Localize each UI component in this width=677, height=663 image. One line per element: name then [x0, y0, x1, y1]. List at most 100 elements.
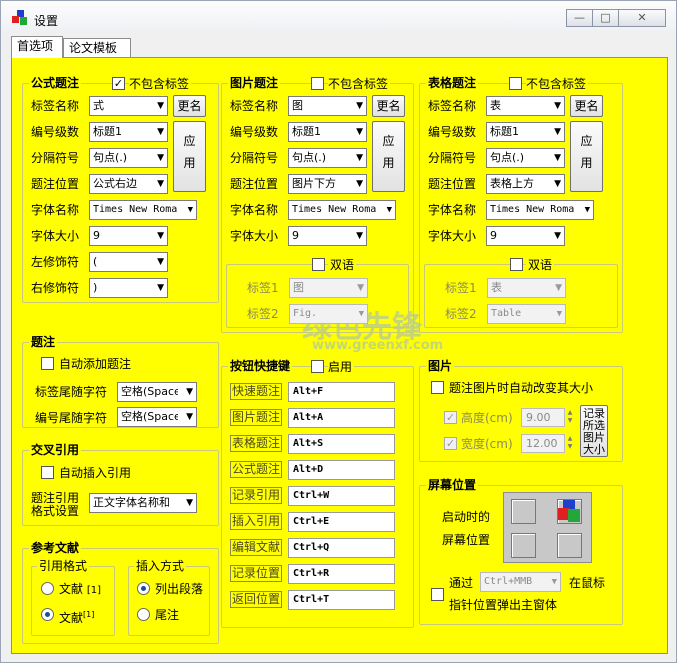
table-no-label-text: 不包含标签 — [526, 76, 589, 92]
formula-label-name-select[interactable]: 式 ▼ — [89, 96, 168, 116]
formula-position-label: 题注位置 — [31, 177, 80, 191]
insert-paragraph-radio[interactable] — [137, 582, 150, 595]
tab-preferences[interactable]: 首选项 — [11, 36, 63, 58]
cite-format-normal-text: 文献 [1] — [59, 582, 102, 596]
picture-label-name-select[interactable]: 图 ▼ — [288, 96, 367, 116]
table-position-select[interactable]: 表格上方 ▼ — [486, 174, 565, 194]
chevron-down-icon: ▼ — [157, 179, 164, 189]
formula-font-size-select[interactable]: 9 ▼ — [89, 226, 168, 246]
hotkey-input-4[interactable]: Ctrl+W — [288, 486, 395, 506]
width-checkbox[interactable]: ✓ — [444, 437, 457, 450]
hotkey-input-3[interactable]: Alt+D — [288, 460, 395, 480]
auto-resize-checkbox[interactable] — [431, 381, 444, 394]
insert-endnote-text: 尾注 — [155, 608, 180, 622]
formula-position-select[interactable]: 公式右边 ▼ — [89, 174, 168, 194]
record-size-button[interactable]: 记录 所选 图片 大小 — [580, 405, 608, 457]
table-font-name-select[interactable]: Times New Roma ▼ — [486, 200, 594, 220]
hotkey-label-0: 快速题注 — [230, 383, 283, 400]
hotkey-label-3: 公式题注 — [230, 461, 283, 478]
auto-insert-ref-checkbox[interactable] — [41, 466, 54, 479]
width-spinner[interactable]: ▲ ▼ — [566, 435, 574, 452]
picture-font-name-select[interactable]: Times New Roma ▼ — [288, 200, 396, 220]
cite-format-normal-radio[interactable] — [41, 582, 54, 595]
picture-tag1-select[interactable]: 图 ▼ — [289, 278, 368, 298]
picture-position-select[interactable]: 图片下方 ▼ — [288, 174, 367, 194]
number-tail-select[interactable]: 空格(Space ▼ — [117, 407, 197, 427]
picture-bilingual-checkbox[interactable] — [312, 258, 325, 271]
insert-mode-group: 插入方式 列出段落 尾注 — [128, 558, 210, 636]
chevron-down-icon: ▼ — [551, 577, 557, 587]
picture-apply-button[interactable]: 应用 — [372, 121, 405, 192]
width-input[interactable]: 12.00 — [521, 434, 565, 453]
table-apply-button[interactable]: 应用 — [570, 121, 603, 192]
minimize-button[interactable]: — — [566, 9, 593, 27]
formula-level-select[interactable]: 标题1 ▼ — [89, 122, 168, 142]
hotkey-label-1: 图片题注 — [230, 409, 283, 426]
minimize-icon: — — [574, 11, 585, 24]
popup-at-mouse-checkbox[interactable] — [431, 588, 444, 601]
picture-separator-select[interactable]: 句点(.) ▼ — [288, 148, 367, 168]
hotkey-label-7: 记录位置 — [230, 565, 283, 582]
screen-cell-top-right[interactable] — [557, 499, 582, 524]
table-rename-button[interactable]: 更名 — [570, 95, 603, 117]
height-label: 高度(cm) — [461, 411, 513, 425]
image-group: 图片 题注图片时自动改变其大小 ✓ 高度(cm) 9.00 ▲ ▼ ✓ 宽度(cm… — [419, 358, 623, 462]
formula-apply-button[interactable]: 应用 — [173, 121, 206, 192]
formula-no-label-checkbox[interactable]: ✓ — [112, 77, 125, 90]
table-level-select[interactable]: 标题1 ▼ — [486, 122, 565, 142]
auto-add-caption-checkbox[interactable] — [41, 357, 54, 370]
formula-right-mod-select[interactable]: ) ▼ — [89, 278, 168, 298]
table-no-label-checkbox[interactable] — [509, 77, 522, 90]
picture-no-label-checkbox[interactable] — [311, 77, 324, 90]
hotkey-input-0[interactable]: Alt+F — [288, 382, 395, 402]
table-tag2-select[interactable]: Table ▼ — [487, 304, 566, 324]
hotkey-input-7[interactable]: Ctrl+R — [288, 564, 395, 584]
table-caption-title: 表格题注 — [426, 75, 479, 91]
picture-level-select[interactable]: 标题1 ▼ — [288, 122, 367, 142]
height-checkbox[interactable]: ✓ — [444, 411, 457, 424]
hotkey-enable-checkbox[interactable] — [311, 360, 324, 373]
cite-format-superscript-radio[interactable] — [41, 608, 54, 621]
tab-thesis-template[interactable]: 论文模板 — [63, 38, 131, 58]
hotkey-input-6[interactable]: Ctrl+Q — [288, 538, 395, 558]
table-tag1-select[interactable]: 表 ▼ — [487, 278, 566, 298]
popup-hotkey-select[interactable]: Ctrl+MMB ▼ — [480, 572, 561, 592]
height-spinner[interactable]: ▲ ▼ — [566, 409, 574, 426]
picture-font-size-select[interactable]: 9 ▼ — [288, 226, 367, 246]
picture-rename-button[interactable]: 更名 — [372, 95, 405, 117]
width-label: 宽度(cm) — [461, 437, 513, 451]
table-label-name-label: 标签名称 — [428, 99, 477, 113]
formula-left-mod-select[interactable]: (▼ — [89, 252, 168, 272]
formula-font-name-label: 字体名称 — [31, 203, 80, 217]
label-tail-label: 标签尾随字符 — [35, 385, 108, 399]
picture-position-label: 题注位置 — [230, 177, 279, 191]
screen-cell-bottom-right[interactable] — [557, 533, 582, 558]
chevron-down-icon: ▼ — [157, 127, 164, 137]
table-bilingual-checkbox[interactable] — [510, 258, 523, 271]
hotkey-input-5[interactable]: Ctrl+E — [288, 512, 395, 532]
picture-caption-title: 图片题注 — [228, 75, 281, 91]
insert-endnote-radio[interactable] — [137, 608, 150, 621]
picture-font-name-label: 字体名称 — [230, 203, 279, 217]
close-button[interactable]: ✕ — [618, 9, 666, 27]
hotkey-input-2[interactable]: Alt+S — [288, 434, 395, 454]
formula-rename-button[interactable]: 更名 — [173, 95, 206, 117]
table-font-name-label: 字体名称 — [428, 203, 477, 217]
formula-font-name-select[interactable]: Times New Roma ▼ — [89, 200, 197, 220]
height-input[interactable]: 9.00 — [521, 408, 565, 427]
table-font-size-select[interactable]: 9 ▼ — [486, 226, 565, 246]
preferences-panel: 绿色先锋 www.greenxf.com 公式题注 ✓ 不包含标签 标签名称 式… — [11, 57, 668, 654]
screen-cell-bottom-left[interactable] — [511, 533, 536, 558]
formula-label-name-label: 标签名称 — [31, 99, 80, 113]
maximize-button[interactable]: □ — [592, 9, 619, 27]
ref-format-select[interactable]: 正文字体名称和 ▼ — [89, 493, 197, 513]
table-label-name-select[interactable]: 表 ▼ — [486, 96, 565, 116]
label-tail-select[interactable]: 空格(Space ▼ — [117, 382, 197, 402]
hotkey-input-8[interactable]: Ctrl+T — [288, 590, 395, 610]
formula-separator-select[interactable]: 句点(.) ▼ — [89, 148, 168, 168]
picture-tag2-select[interactable]: Fig. ▼ — [289, 304, 368, 324]
hotkey-input-1[interactable]: Alt+A — [288, 408, 395, 428]
table-separator-select[interactable]: 句点(.) ▼ — [486, 148, 565, 168]
insert-paragraph-text: 列出段落 — [155, 582, 204, 596]
screen-cell-top-left[interactable] — [511, 499, 536, 524]
